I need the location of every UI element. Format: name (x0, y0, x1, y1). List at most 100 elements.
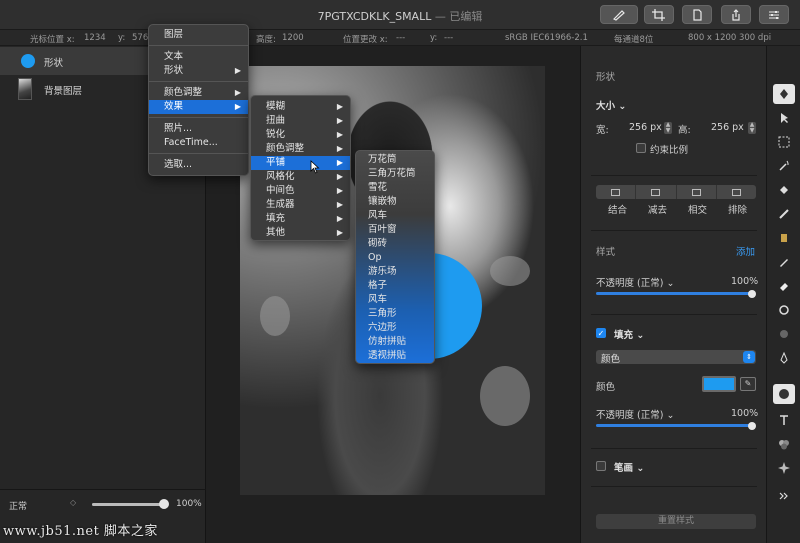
marquee-icon (778, 136, 790, 148)
width-field[interactable]: 256 px (629, 122, 662, 133)
tile-item[interactable]: 百叶窗 (356, 223, 434, 237)
exclude-button[interactable] (717, 185, 756, 199)
arrange-tool[interactable] (773, 84, 795, 104)
pen-tool[interactable] (773, 348, 795, 368)
fill-opacity-mode-label[interactable]: 不透明度 (正常) ⌄ (596, 407, 674, 421)
add-style-link[interactable]: 添加 (736, 244, 755, 258)
paint-bucket-tool[interactable] (773, 180, 795, 200)
fill-color-well[interactable] (702, 376, 736, 392)
menu-item-facetime[interactable]: FaceTime... (149, 136, 248, 150)
tile-item[interactable]: 风车 (356, 293, 434, 307)
combine-button[interactable] (596, 185, 637, 199)
magic-wand-tool[interactable] (773, 156, 795, 176)
tile-item[interactable]: 三角形 (356, 307, 434, 321)
width-label: 宽: (596, 125, 609, 136)
tile-item[interactable]: 三角万花筒 (356, 167, 434, 181)
submenu-arrow-icon: ▶ (336, 130, 343, 139)
menu-item-text[interactable]: 文本 (149, 50, 248, 64)
exclude-label: 排除 (728, 205, 748, 216)
fill-type-select[interactable]: 颜色 ⇕ (596, 350, 756, 365)
blend-mode-arrows-icon[interactable]: ◇ (70, 498, 76, 507)
tile-item[interactable]: 六边形 (356, 321, 434, 335)
menu-item-layer[interactable]: 图层 (149, 28, 248, 42)
tile-item[interactable]: 雪花 (356, 181, 434, 195)
effects-item-tile[interactable]: 平铺 ▶ (251, 156, 350, 170)
adjustments-button[interactable] (759, 5, 789, 24)
tile-item[interactable]: 仿射拼贴 (356, 335, 434, 349)
text-tool[interactable] (773, 410, 795, 430)
color-adjust-tool[interactable] (773, 434, 795, 454)
effects-item-other[interactable]: 其他 ▶ (251, 226, 350, 240)
eraser-tool[interactable] (773, 276, 795, 296)
pencil-tool[interactable] (773, 252, 795, 272)
tools-column (766, 46, 800, 543)
tile-item[interactable]: 格子 (356, 279, 434, 293)
tile-item[interactable]: 透视拼贴 (356, 349, 434, 363)
menu-item-shape[interactable]: 形状 ▶ (149, 64, 248, 78)
share-button[interactable] (721, 5, 751, 24)
effects-item-stylize[interactable]: 风格化 ▶ (251, 170, 350, 184)
height-stepper[interactable]: ▲ ▼ (748, 122, 756, 134)
eraser-icon (780, 283, 788, 291)
effects-item-fill[interactable]: 填充 ▶ (251, 212, 350, 226)
width-stepper[interactable]: ▲ ▼ (664, 122, 672, 134)
opacity-mode-text: 不透明度 (正常) (596, 278, 664, 289)
effects-item-generator[interactable]: 生成器 ▶ (251, 198, 350, 212)
pencil-icon (780, 259, 788, 267)
subtract-button[interactable] (636, 185, 677, 199)
stroke-checkbox[interactable] (596, 461, 606, 471)
shape-tool[interactable] (773, 384, 795, 404)
blur-tool[interactable] (773, 324, 795, 344)
reset-style-button[interactable]: 重置样式 (596, 514, 756, 529)
stroke-label[interactable]: 笔画 ⌄ (614, 460, 644, 474)
shape-section-title: 形状 (596, 72, 616, 83)
effects-item-blur[interactable]: 模糊 ▶ (251, 100, 350, 114)
brush-tool[interactable] (773, 204, 795, 224)
height-field[interactable]: 256 px (711, 122, 744, 133)
constrain-proportions-checkbox[interactable] (636, 143, 646, 153)
blend-mode-select[interactable]: 正常 (9, 499, 27, 512)
menu-item-photos[interactable]: 照片... (149, 122, 248, 136)
tile-item[interactable]: 镶嵌物 (356, 195, 434, 209)
effects-item-halftone[interactable]: 中间色 ▶ (251, 184, 350, 198)
menu-item-select[interactable]: 选取... (149, 158, 248, 172)
submenu-arrow-icon: ▶ (336, 116, 343, 125)
menu-item-label: 模糊 (266, 101, 286, 112)
tile-item[interactable]: 风车 (356, 209, 434, 223)
effects-tool[interactable] (773, 458, 795, 478)
gradient-fill-tool[interactable] (773, 228, 795, 248)
eyedropper-button[interactable]: ✎ (740, 377, 756, 391)
brush-tool-button[interactable] (600, 5, 638, 24)
fill-checkbox[interactable]: ✓ (596, 328, 606, 338)
fill-label[interactable]: 填充 ⌄ (614, 327, 644, 341)
pointer-tool[interactable] (773, 108, 795, 128)
layer-opacity-slider[interactable] (92, 499, 169, 509)
subtract-icon (651, 188, 661, 196)
intersect-button[interactable] (677, 185, 717, 199)
clone-tool[interactable] (773, 300, 795, 320)
info-bar: 光标位置 x: 1234 y: 576 高度: 1200 位置更改 x: ---… (0, 30, 800, 46)
new-document-button[interactable] (682, 5, 712, 24)
menu-item-effects[interactable]: 效果 ▶ (149, 100, 248, 114)
menu-item-color-adjust[interactable]: 颜色调整 ▶ (149, 86, 248, 100)
fill-opacity-slider-thumb[interactable] (748, 422, 756, 430)
marquee-tool[interactable] (773, 132, 795, 152)
opacity-slider-thumb[interactable] (748, 290, 756, 298)
effects-submenu: 模糊 ▶ 扭曲 ▶ 锐化 ▶ 颜色调整 ▶ 平铺 ▶ 风格化 ▶ 中间色 ▶ 生成器 ▶ 填充 ▶… (250, 95, 351, 241)
effects-item-distort[interactable]: 扭曲 ▶ (251, 114, 350, 128)
effects-item-sharpen[interactable]: 锐化 ▶ (251, 128, 350, 142)
tile-item[interactable]: 砌砖 (356, 237, 434, 251)
tile-item[interactable]: 万花筒 (356, 153, 434, 167)
opacity-mode-label[interactable]: 不透明度 (正常) ⌄ (596, 275, 674, 289)
effects-item-color-adjust[interactable]: 颜色调整 ▶ (251, 142, 350, 156)
size-label[interactable]: 大小 ⌄ (596, 98, 626, 112)
tile-item[interactable]: Op (356, 251, 434, 265)
combine-icon (611, 188, 621, 196)
opacity-slider[interactable] (596, 292, 752, 295)
exclude-icon (731, 188, 741, 196)
crop-button[interactable] (644, 5, 674, 24)
tile-item[interactable]: 游乐场 (356, 265, 434, 279)
fill-opacity-slider[interactable] (596, 424, 752, 427)
more-tools[interactable] (773, 486, 795, 506)
layer-opacity-thumb[interactable] (159, 499, 169, 509)
